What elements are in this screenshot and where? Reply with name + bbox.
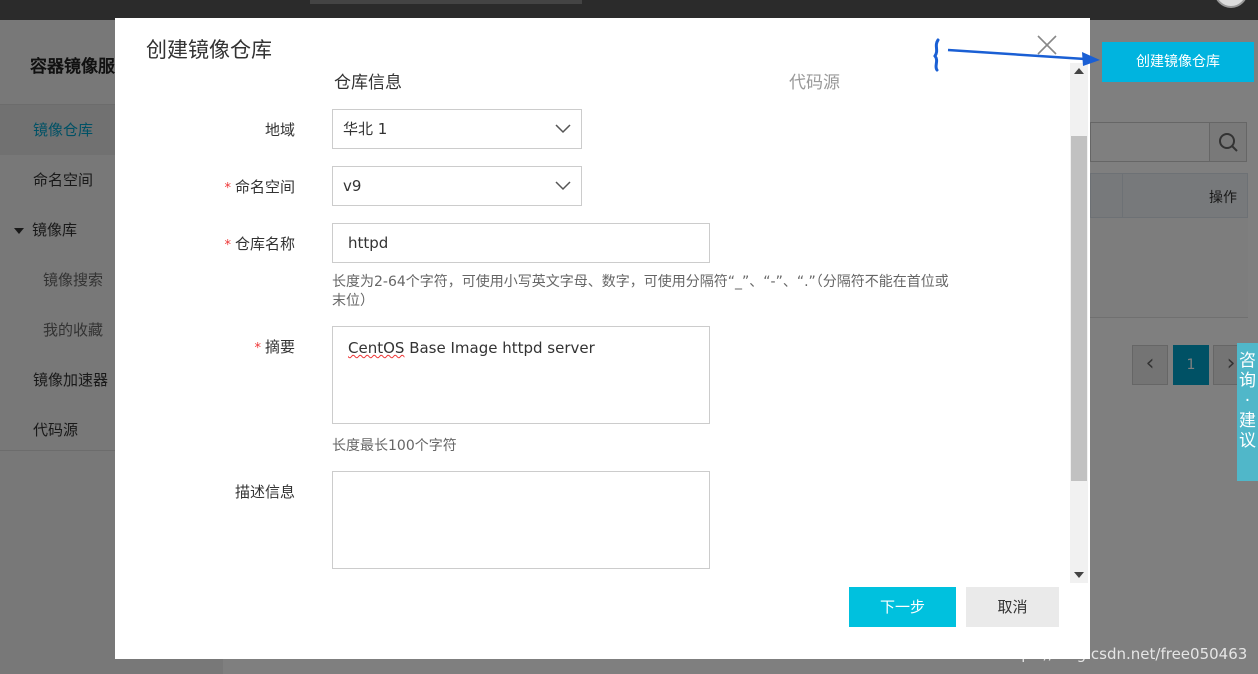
repo-name-label: * 仓库名称 [115,233,295,254]
feedback-char: · [1244,391,1251,411]
step-code-source: 代码源 [789,73,840,93]
description-label-text: 描述信息 [234,483,295,501]
required-mark: * [224,238,231,253]
required-mark: * [224,181,231,196]
region-label: 地域 [115,119,295,140]
create-repository-button[interactable]: 创建镜像仓库 [1102,42,1254,82]
namespace-label: * 命名空间 [115,176,295,197]
repo-name-input[interactable]: httpd [332,223,710,263]
namespace-value: v9 [343,177,362,195]
repo-name-hint: 长度为2-64个字符，可使用小写英文字母、数字，可使用分隔符“_”、“-”、“.… [332,274,949,309]
next-button[interactable]: 下一步 [849,587,956,627]
top-search-strip[interactable] [310,0,582,4]
required-mark: * [254,341,261,356]
description-label: 描述信息 [115,481,295,502]
region-label-text: 地域 [264,121,295,139]
scroll-thumb[interactable] [1071,136,1087,481]
region-select[interactable]: 华北 1 [332,109,582,149]
feedback-tab[interactable]: 咨 询 · 建 议 [1237,343,1258,481]
chevron-down-icon [555,124,571,134]
description-textarea[interactable] [332,471,710,569]
summary-textarea[interactable]: CentOS Base Image httpd server [332,326,710,424]
repo-name-label-text: 仓库名称 [234,235,295,253]
region-value: 华北 1 [343,120,388,138]
dialog-scroll-area: 创建镜像仓库 仓库信息 代码源 地域 华北 1 * 命名空间 v9 * 仓库名称 h… [115,18,1070,583]
feedback-char: 议 [1239,431,1256,451]
feedback-char: 建 [1239,411,1256,431]
summary-label-text: 摘要 [264,338,295,356]
feedback-char: 询 [1239,371,1256,391]
chevron-down-icon [555,181,571,191]
cancel-button[interactable]: 取消 [966,587,1059,627]
namespace-label-text: 命名空间 [234,178,295,196]
scroll-down-icon[interactable] [1074,572,1084,578]
namespace-select[interactable]: v9 [332,166,582,206]
summary-label: * 摘要 [115,336,295,357]
dialog-title: 创建镜像仓库 [146,38,272,62]
feedback-char: 咨 [1239,351,1256,371]
annotation-arrow [933,38,1100,72]
summary-hint: 长度最长100个字符 [332,438,457,454]
avatar[interactable] [1214,0,1248,8]
create-repository-dialog: 创建镜像仓库 仓库信息 代码源 地域 华北 1 * 命名空间 v9 * 仓库名称 h… [115,18,1090,659]
summary-value-word: CentOS [348,339,405,357]
summary-value: Base Image httpd server [404,339,595,357]
clipped-hint [332,581,472,583]
dialog-scrollbar[interactable] [1070,63,1088,583]
step-repo-info: 仓库信息 [334,73,402,93]
watermark: https://blog.csdn.net/free050463 [1000,645,1248,663]
top-bar [0,0,1258,20]
